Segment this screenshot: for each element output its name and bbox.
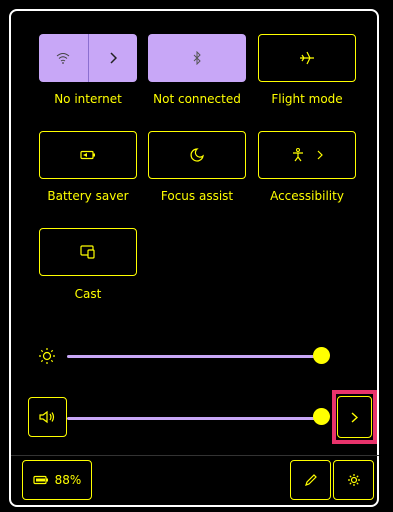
airplane-icon (299, 51, 315, 65)
volume-slider-track[interactable] (67, 417, 322, 420)
cast-label: Cast (74, 287, 102, 301)
focus-assist-tile[interactable] (148, 131, 246, 179)
gear-icon (347, 473, 361, 487)
flight-mode-label: Flight mode (271, 92, 343, 106)
accessibility-tile[interactable] (258, 131, 356, 179)
bluetooth-icon (192, 51, 202, 65)
bluetooth-tile[interactable] (148, 34, 246, 82)
accessibility-icon (291, 148, 305, 162)
wifi-expand-button[interactable] (88, 34, 137, 82)
brightness-slider-thumb[interactable] (313, 347, 330, 364)
flight-mode-tile[interactable] (258, 34, 356, 82)
battery-saver-label: Battery saver (47, 189, 129, 203)
wifi-icon (56, 52, 70, 64)
battery-status-button[interactable]: 88% (22, 460, 92, 500)
chevron-right-icon (317, 150, 323, 160)
wifi-label: No internet (54, 92, 122, 106)
speaker-icon (38, 410, 57, 424)
edit-button[interactable] (290, 460, 331, 500)
volume-expand-highlight (332, 390, 377, 444)
footer-divider (11, 455, 379, 456)
wifi-tile (39, 34, 137, 82)
focus-assist-label: Focus assist (160, 189, 234, 203)
pencil-icon (304, 473, 318, 487)
bluetooth-label: Not connected (153, 92, 241, 106)
speaker-button[interactable] (28, 397, 67, 437)
wifi-toggle[interactable] (39, 34, 88, 82)
battery-saver-icon (80, 150, 96, 160)
accessibility-label: Accessibility (270, 189, 344, 203)
settings-button[interactable] (333, 460, 374, 500)
battery-percent: 88% (54, 473, 82, 487)
cast-icon (80, 245, 96, 259)
battery-saver-tile[interactable] (39, 131, 137, 179)
brightness-slider-track[interactable] (67, 355, 322, 358)
brightness-icon (38, 347, 56, 365)
volume-slider-thumb[interactable] (313, 408, 330, 425)
battery-icon (33, 475, 49, 485)
cast-tile[interactable] (39, 228, 137, 276)
chevron-right-icon (109, 52, 117, 64)
moon-icon (190, 148, 204, 162)
